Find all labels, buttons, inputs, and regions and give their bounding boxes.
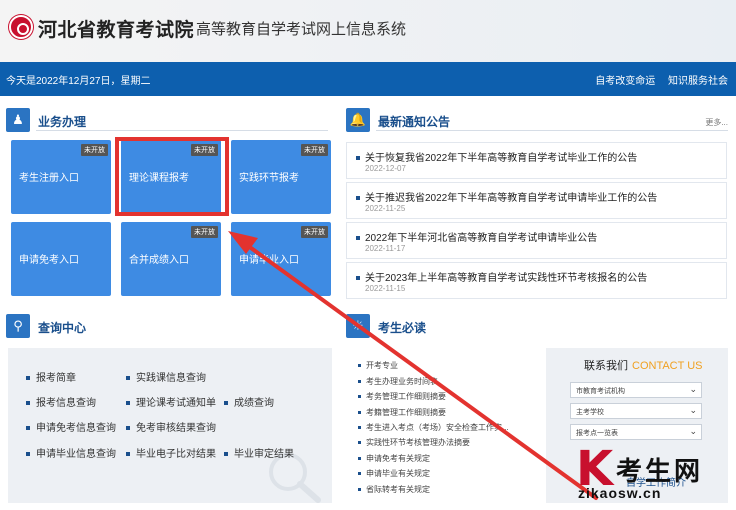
watermark-text: 考生网 [616,456,704,486]
watermark-url: zikaosw.cn [578,485,662,501]
annotation-arrow [228,231,598,500]
site-watermark: K 考生网 zikaosw.cn [576,445,736,510]
